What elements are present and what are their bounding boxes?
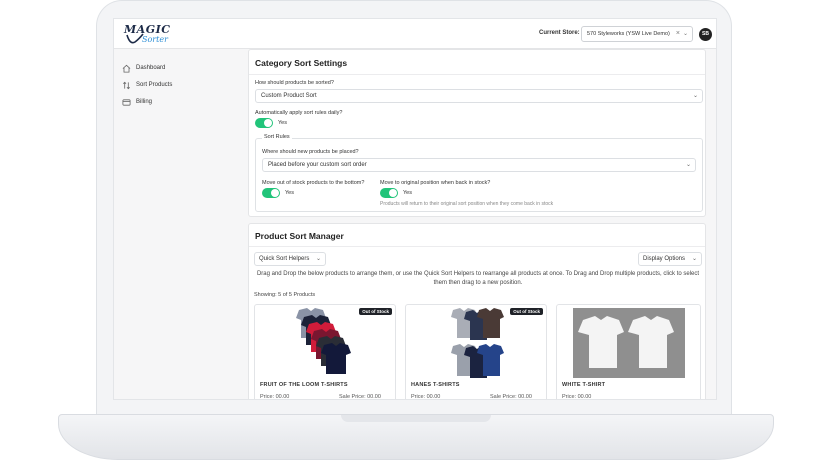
sort-method-label: How should products be sorted? [255,80,334,86]
product-name: WHITE T-SHIRT [562,382,606,388]
quick-sort-helpers-label: Quick Sort Helpers [259,256,310,262]
store-select-value: 570 Styleworks (YSW Live Demo) [587,31,670,37]
sidebar-item-label: Sort Products [136,82,173,88]
display-options-button[interactable]: Display Options ⌄ [638,252,702,266]
product-card[interactable]: Out of Stock FRUIT OF THE LOOM T-SHIRTS … [254,304,396,400]
category-sort-settings-card: Category Sort Settings How should produc… [248,49,706,217]
new-products-label: Where should new products be placed? [262,149,359,155]
chevron-down-icon: ⌄ [691,256,697,262]
home-icon [122,64,131,73]
sort-rules-fieldset: Sort Rules Where should new products be … [255,134,703,212]
product-price: Price: 00.00 [260,394,290,400]
auto-apply-value: Yes [278,120,287,126]
out-of-stock-badge: Out of Stock [510,308,543,315]
sidebar-item-label: Dashboard [136,65,166,71]
product-card[interactable]: Out of Stock HANES T-SHIRTS Price: 00.00… [405,304,547,400]
auto-apply-toggle[interactable] [255,118,273,128]
auto-apply-label: Automatically apply sort rules daily? [255,110,343,116]
store-select[interactable]: 570 Styleworks (YSW Live Demo) × ⌄ [581,26,693,42]
product-sale-price: Sale Price: 00.00 [339,394,381,400]
product-price: Price: 00.00 [411,394,441,400]
sidebar-item-billing[interactable]: Billing [122,96,152,108]
product-sale-price: Sale Price: 00.00 [490,394,532,400]
product-price: Price: 00.00 [562,394,592,400]
restock-label: Move to original position when back in s… [380,180,491,186]
new-products-select[interactable]: Placed before your custom sort order ⌄ [262,158,696,172]
restock-value: Yes [403,190,412,196]
card-title: Product Sort Manager [255,231,344,241]
main-content: Category Sort Settings How should produc… [248,49,706,400]
top-bar: MAGIC Sorter Current Store: 570 Stylewor… [114,19,716,49]
out-of-stock-value: Yes [285,190,294,196]
clear-icon[interactable]: × [676,30,680,37]
sort-method-select[interactable]: Custom Product Sort ⌄ [255,89,703,103]
product-card[interactable]: WHITE T-SHIRT Price: 00.00 [556,304,701,400]
divider [249,74,705,75]
product-grid: Out of Stock FRUIT OF THE LOOM T-SHIRTS … [254,304,704,400]
out-of-stock-badge: Out of Stock [359,308,392,315]
magic-sorter-logo[interactable]: MAGIC Sorter [124,23,170,47]
chevron-down-icon: ⌄ [315,256,321,262]
product-name: HANES T-SHIRTS [411,382,460,388]
out-of-stock-label: Move out of stock products to the bottom… [262,180,365,186]
sidebar-item-sort-products[interactable]: Sort Products [122,79,172,91]
product-sort-manager-card: Product Sort Manager Quick Sort Helpers … [248,223,706,400]
quick-sort-helpers-button[interactable]: Quick Sort Helpers ⌄ [254,252,326,266]
restock-hint: Products will return to their original s… [380,201,554,207]
display-options-label: Display Options [643,256,686,262]
chevron-down-icon[interactable]: ⌄ [683,30,688,37]
sidebar-item-label: Billing [136,99,153,105]
restock-toggle[interactable] [380,188,398,198]
showing-count: Showing: 5 of 5 Products [254,292,316,298]
product-name: FRUIT OF THE LOOM T-SHIRTS [260,382,348,388]
product-image [296,308,351,374]
chevron-down-icon: ⌄ [692,93,698,99]
sort-arrows-icon [123,81,130,89]
card-title: Category Sort Settings [255,58,348,68]
laptop-notch [341,415,491,422]
sidebar-item-dashboard[interactable]: Dashboard [122,62,165,74]
product-image [573,308,685,378]
app-screen: MAGIC Sorter Current Store: 570 Stylewor… [113,18,717,400]
sort-method-value: Custom Product Sort [261,93,317,99]
card-icon [122,98,131,106]
out-of-stock-toggle[interactable] [262,188,280,198]
chevron-down-icon: ⌄ [685,162,691,168]
current-store-label: Current Store: [539,30,580,36]
sort-rules-legend: Sort Rules [262,134,292,140]
logo-text-bottom: Sorter [142,35,168,44]
laptop-base [58,414,774,460]
sidebar: Dashboard Sort Products Billing [114,49,242,399]
avatar[interactable]: SB [699,28,712,41]
divider [249,246,705,247]
drag-drop-instructions: Drag and Drop the below products to arra… [256,271,700,286]
new-products-value: Placed before your custom sort order [268,162,367,168]
product-image [451,308,504,378]
